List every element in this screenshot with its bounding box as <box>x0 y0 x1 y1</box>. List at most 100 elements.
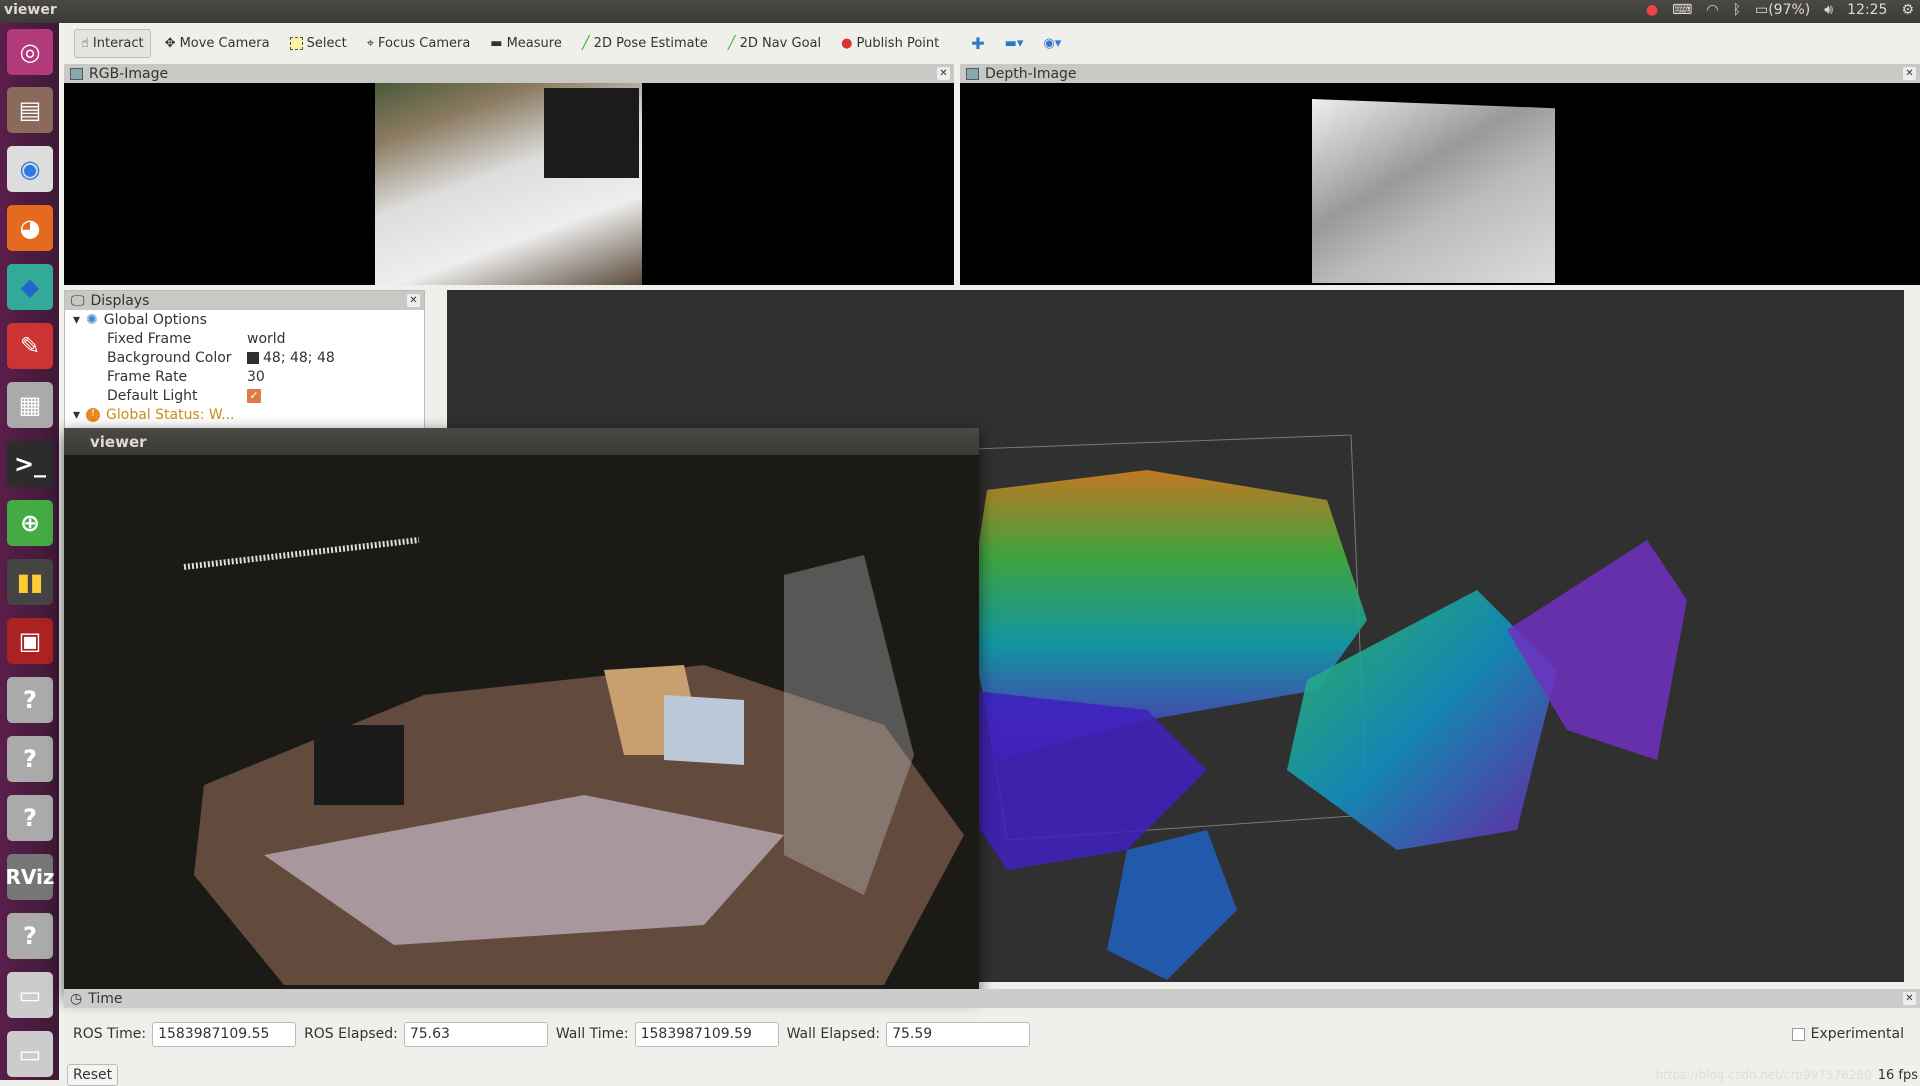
tree-item-global-status[interactable]: ▾! Global Status: W... <box>65 405 424 424</box>
close-icon[interactable]: ✕ <box>407 294 420 307</box>
expand-arrow-icon[interactable]: ▾ <box>65 312 80 328</box>
green-arrow-icon: ╱ <box>727 35 736 51</box>
ros-elapsed-label: ROS Elapsed: <box>304 1026 398 1042</box>
property-value[interactable]: 30 <box>243 369 265 385</box>
property-row[interactable]: Frame Rate 30 <box>65 367 424 386</box>
panel-title: RGB-Image <box>89 65 169 82</box>
expand-arrow-icon[interactable]: ▾ <box>65 407 80 423</box>
ros-time-label: ROS Time: <box>73 1026 147 1042</box>
hand-icon: ☝ <box>81 35 89 51</box>
ros-elapsed-field[interactable]: 75.63 <box>403 1021 548 1047</box>
nav-goal-tool[interactable]: ╱ 2D Nav Goal <box>722 30 827 57</box>
tool-label: Measure <box>506 35 562 51</box>
select-tool[interactable]: Select <box>284 30 353 57</box>
chrome-icon[interactable]: ◉ <box>7 146 53 192</box>
wall-elapsed-field[interactable]: 75.59 <box>886 1021 1031 1047</box>
color-swatch[interactable] <box>247 351 259 364</box>
app-icon[interactable]: ◆ <box>7 264 53 310</box>
ubuntu-dash-icon[interactable]: ◎ <box>7 29 53 75</box>
remove-tool-button[interactable]: ▬▾ <box>999 30 1030 57</box>
terminal-icon[interactable]: >_ <box>7 441 53 487</box>
tree-item-global-options[interactable]: ▾ ✺ Global Options <box>65 310 424 329</box>
checkbox-checked[interactable]: ✓ <box>247 388 261 403</box>
record-icon[interactable]: ● <box>1646 2 1658 18</box>
interact-tool[interactable]: ☝ Interact <box>74 28 151 58</box>
settings-icon[interactable]: ✎ <box>7 323 53 369</box>
window-title: viewer <box>90 432 147 451</box>
reset-button[interactable]: Reset <box>67 1064 119 1086</box>
warning-icon: ! <box>86 407 101 422</box>
unknown-app-icon[interactable]: ? <box>7 795 53 841</box>
tool-label: Interact <box>92 35 144 51</box>
image-panel-icon <box>966 67 979 80</box>
property-key: Background Color <box>107 349 232 366</box>
top-panel: viewer ● ⌨ ◠ ᛒ ▭(97%) 🔊︎ 12:25 ⚙ <box>0 0 1920 23</box>
property-key: Default Light <box>107 387 198 404</box>
property-row[interactable]: Background Color 48; 48; 48 <box>65 348 424 367</box>
displays-panel: 🖵︎ Displays ✕ ▾ ✺ Global Options Fixed Frame… <box>64 290 425 430</box>
launcher: ◎ ▤ ◉ ◕ ◆ ✎ ▦ >_ ⊕ ▮▮ ▣ ? ? ? RViz ? ▭ ▭ <box>0 23 59 1080</box>
experimental-checkbox[interactable] <box>1791 1027 1805 1041</box>
rviz-icon[interactable]: RViz <box>5 854 55 900</box>
firefox-icon[interactable]: ◕ <box>7 205 53 251</box>
pose-estimate-tool[interactable]: ╱ 2D Pose Estimate <box>576 30 714 57</box>
rgb-image-panel: RGB-Image ✕ <box>64 64 954 285</box>
wall-time-label: Wall Time: <box>555 1026 629 1042</box>
image-panel-icon <box>70 67 83 80</box>
property-row[interactable]: Default Light ✓ <box>65 386 424 405</box>
colored-point-cloud <box>183 537 964 985</box>
video-icon[interactable]: ▦ <box>7 382 53 428</box>
move-camera-tool[interactable]: ✥ Move Camera <box>159 30 276 57</box>
clock-icon: ◷ <box>70 990 83 1007</box>
drive-icon[interactable]: ▭ <box>7 972 53 1018</box>
unknown-app-icon[interactable]: ? <box>7 913 53 959</box>
unknown-app-icon[interactable]: ? <box>7 736 53 782</box>
green-arrow-icon: ╱ <box>581 35 590 51</box>
battery-percent: (97%) <box>1768 2 1811 18</box>
focus-camera-tool[interactable]: ⌖ Focus Camera <box>361 30 477 57</box>
panel-title: Time <box>88 990 123 1007</box>
add-tool-button[interactable]: ✚ <box>965 28 990 59</box>
view-options-button[interactable]: ◉▾ <box>1037 30 1067 57</box>
time-panel: ◷ Time ✕ ROS Time: 1583987109.55 ROS Elapse… <box>64 989 1920 1086</box>
rgb-image <box>64 83 954 285</box>
close-icon[interactable]: ✕ <box>1903 67 1916 80</box>
tool-label: Select <box>306 35 347 51</box>
wifi-icon[interactable]: ◠ <box>1706 2 1718 18</box>
bluetooth-icon[interactable]: ᛒ <box>1733 2 1741 18</box>
keyboard-icon[interactable]: ⌨ <box>1672 2 1692 18</box>
pcl-viewer-window[interactable]: viewer <box>64 428 979 996</box>
experimental-label: Experimental <box>1810 1026 1904 1042</box>
close-icon[interactable]: ✕ <box>1903 992 1916 1005</box>
clock[interactable]: 12:25 <box>1847 2 1887 18</box>
ros-time-field[interactable]: 1583987109.55 <box>152 1021 297 1047</box>
colors-icon[interactable]: ▮▮ <box>7 559 53 605</box>
presentation-icon[interactable]: ▣ <box>7 618 53 664</box>
measure-tool[interactable]: ▬ Measure <box>484 30 568 57</box>
ruler-icon: ▬ <box>490 35 503 51</box>
property-value[interactable]: world <box>243 331 286 347</box>
screenshot-icon[interactable]: ⊕ <box>7 500 53 546</box>
volume-icon[interactable]: 🔊︎ <box>1824 2 1833 18</box>
wall-elapsed-label: Wall Elapsed: <box>786 1026 881 1042</box>
displays-icon: 🖵︎ <box>71 292 85 309</box>
publish-point-tool[interactable]: ● Publish Point <box>835 30 945 57</box>
tool-label: 2D Nav Goal <box>739 35 822 51</box>
tool-label: Focus Camera <box>378 35 471 51</box>
power-gear-icon[interactable]: ⚙ <box>1901 2 1914 18</box>
depth-image <box>960 83 1920 285</box>
unknown-app-icon[interactable]: ? <box>7 677 53 723</box>
files-icon[interactable]: ▤ <box>7 87 53 133</box>
property-row[interactable]: Fixed Frame world <box>65 329 424 348</box>
fps-readout: 16 fps <box>1877 1067 1918 1083</box>
tool-label: Publish Point <box>856 35 940 51</box>
pin-icon: ● <box>841 35 853 51</box>
wall-time-field[interactable]: 1583987109.59 <box>634 1021 779 1047</box>
drive-icon[interactable]: ▭ <box>7 1031 53 1077</box>
battery-icon[interactable]: ▭(97%) <box>1755 2 1810 18</box>
select-icon <box>289 36 303 50</box>
close-icon[interactable]: ✕ <box>937 67 950 80</box>
property-value[interactable]: 48; 48; 48 <box>259 350 335 366</box>
property-key: Frame Rate <box>107 368 188 385</box>
tool-label: Move Camera <box>179 35 270 51</box>
